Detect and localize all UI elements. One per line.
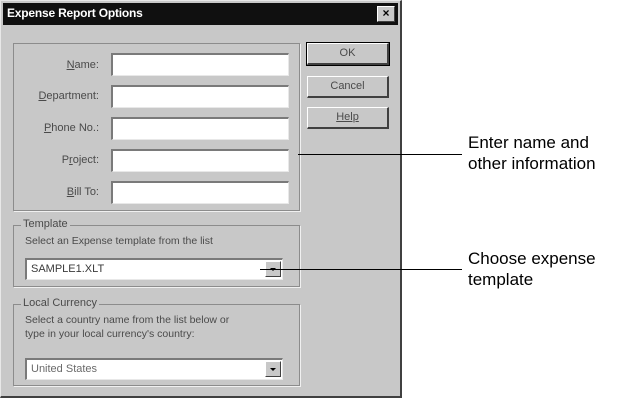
project-field[interactable] xyxy=(111,149,289,172)
phone-field[interactable] xyxy=(111,117,289,140)
department-label: Department: xyxy=(38,90,99,102)
dialog-title: Expense Report Options xyxy=(7,6,143,20)
name-label: Name: xyxy=(66,59,99,71)
name-field[interactable] xyxy=(111,53,289,76)
help-button[interactable]: Help xyxy=(307,107,389,129)
bill-to-label: Bill To: xyxy=(66,186,99,198)
department-field[interactable] xyxy=(111,85,289,108)
currency-dropdown[interactable]: United States xyxy=(25,358,283,380)
currency-selected-value: United States xyxy=(31,363,98,375)
phone-label: Phone No.: xyxy=(43,122,99,134)
chevron-down-icon[interactable] xyxy=(265,361,281,377)
project-label: Project: xyxy=(61,154,99,166)
info-leader-line xyxy=(298,154,462,155)
currency-description-line2: type in your local currency's country: xyxy=(25,328,195,340)
cancel-button[interactable]: Cancel xyxy=(307,76,389,98)
template-description: Select an Expense template from the list xyxy=(25,235,213,247)
ok-button[interactable]: OK xyxy=(306,42,390,66)
template-callout: Choose expense template xyxy=(468,249,596,289)
currency-description-line1: Select a country name from the list belo… xyxy=(25,314,230,326)
template-group-label: Template xyxy=(21,218,70,230)
template-leader-line xyxy=(260,269,462,270)
close-button[interactable]: × xyxy=(377,6,395,22)
template-selected-value: SAMPLE1.XLT xyxy=(31,263,105,275)
template-dropdown[interactable]: SAMPLE1.XLT xyxy=(25,258,283,280)
info-callout: Enter name and other information xyxy=(468,133,596,173)
currency-group-label: Local Currency xyxy=(21,297,99,309)
close-icon: × xyxy=(382,6,390,20)
expense-report-options-dialog: Expense Report Options × Name: Departmen… xyxy=(0,0,402,398)
title-bar: Expense Report Options × xyxy=(3,3,398,25)
bill-to-field[interactable] xyxy=(111,181,289,204)
